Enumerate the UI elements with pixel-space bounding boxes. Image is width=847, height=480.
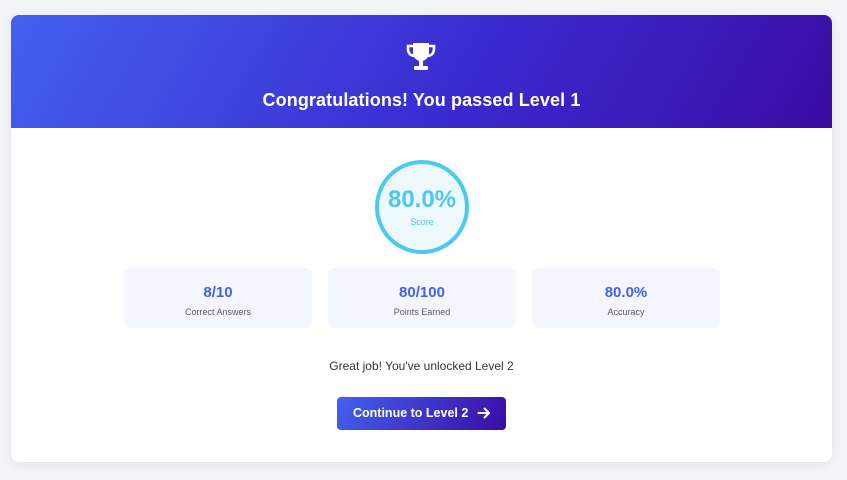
continue-button-label: Continue to Level 2 [353,406,469,420]
stat-label: Correct Answers [184,307,252,317]
arrow-right-icon [477,407,490,419]
continue-button[interactable]: Continue to Level 2 [337,397,506,430]
unlock-message: Great job! You've unlocked Level 2 [329,359,514,373]
stat-value: 80/100 [399,284,445,301]
stat-label: Accuracy [607,307,645,317]
results-card: Congratulations! You passed Level 1 80.0… [11,15,832,462]
trophy-icon [406,43,436,70]
results-title: Congratulations! You passed Level 1 [262,90,581,110]
score-circle: 80.0% Score [375,160,469,254]
score-value: 80.0% [387,186,457,213]
score-label: Score [410,217,434,227]
stat-card-accuracy: 80.0% Accuracy [532,268,720,328]
stat-value: 80.0% [604,284,648,301]
stat-card-correct-answers: 8/10 Correct Answers [124,268,312,328]
stat-card-points-earned: 80/100 Points Earned [328,268,516,328]
stat-label: Points Earned [393,307,451,317]
results-header: Congratulations! You passed Level 1 [11,15,832,128]
stat-value: 8/10 [203,284,233,301]
